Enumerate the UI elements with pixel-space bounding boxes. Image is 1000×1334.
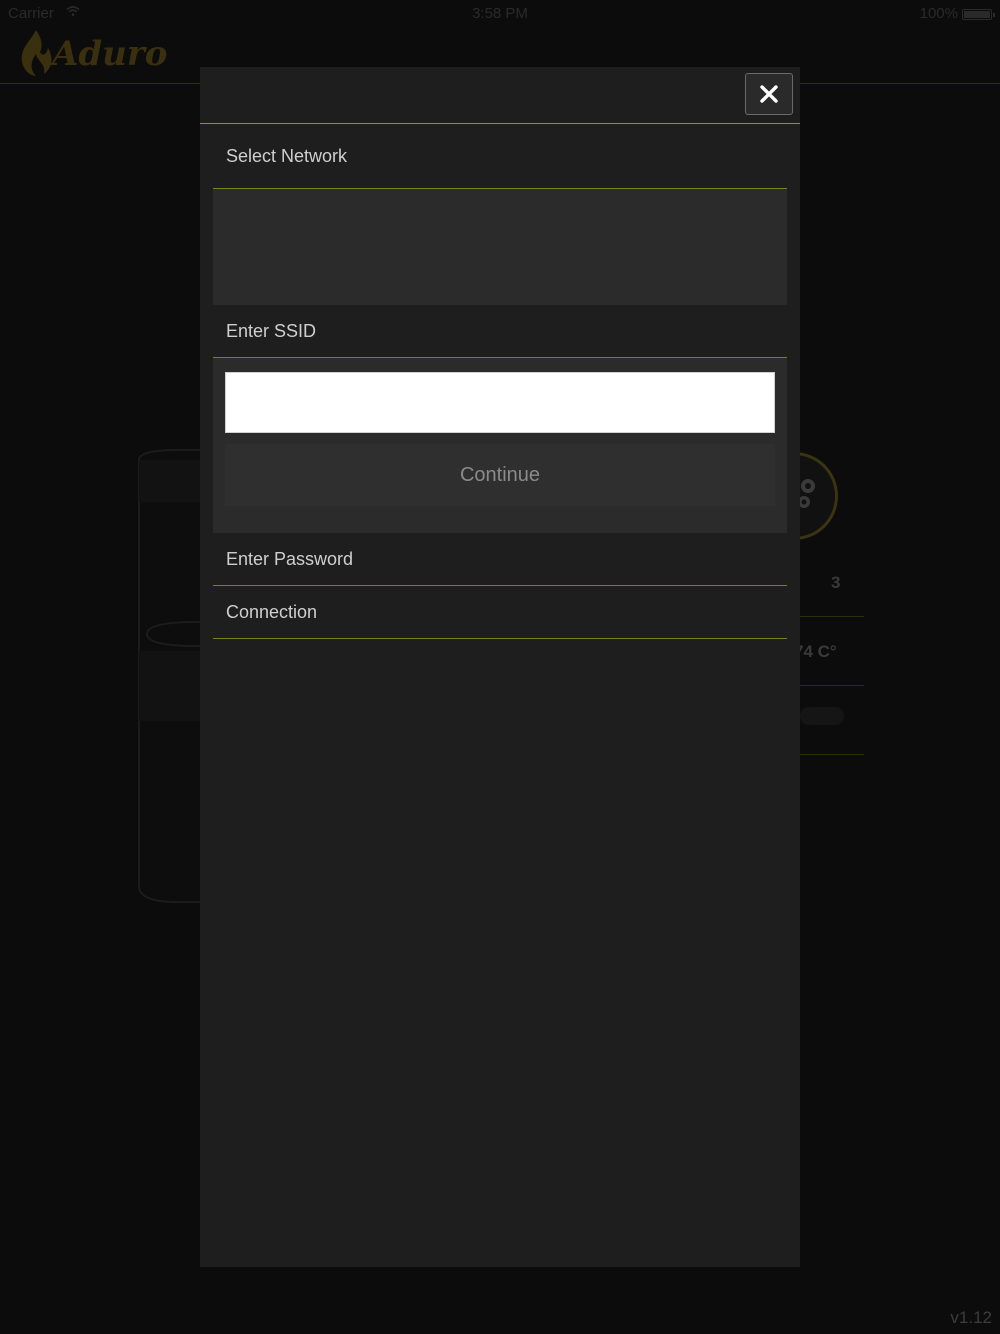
wifi-setup-modal: Select Network Enter SSID Continue Enter… <box>200 67 800 1267</box>
close-button[interactable] <box>745 73 793 115</box>
section-label: Select Network <box>226 146 348 166</box>
ssid-panel: Continue <box>213 358 787 533</box>
section-label: Enter SSID <box>226 320 317 341</box>
logo-text: Aduro <box>52 34 168 74</box>
battery-icon <box>962 9 995 20</box>
close-icon <box>760 85 778 103</box>
power-slider <box>800 707 844 725</box>
ssid-input[interactable] <box>225 372 775 433</box>
modal-header <box>200 67 800 124</box>
divider <box>800 754 864 755</box>
network-list[interactable] <box>213 189 787 305</box>
stat-count: 3 <box>831 573 841 592</box>
battery-percentage: 100% <box>919 5 958 22</box>
status-bar: Carrier 3:58 PM 100% <box>0 0 1000 28</box>
divider <box>800 616 864 617</box>
screen: Carrier 3:58 PM 100% Aduro 3 74 C° Selec… <box>0 0 1000 1334</box>
app-version: v1.12 <box>950 1308 992 1327</box>
flame-icon <box>21 30 52 76</box>
section-select-network[interactable]: Select Network <box>213 125 787 189</box>
divider <box>800 685 864 686</box>
stove-illustration <box>138 449 207 903</box>
stat-temperature: 74 C° <box>794 642 837 661</box>
clock: 3:58 PM <box>472 5 528 22</box>
section-enter-ssid[interactable]: Enter SSID <box>213 305 787 358</box>
section-enter-password[interactable]: Enter Password <box>213 533 787 586</box>
section-connection[interactable]: Connection <box>213 586 787 639</box>
section-label: Connection <box>226 601 318 622</box>
section-label: Enter Password <box>226 548 354 569</box>
continue-button[interactable]: Continue <box>225 444 775 506</box>
